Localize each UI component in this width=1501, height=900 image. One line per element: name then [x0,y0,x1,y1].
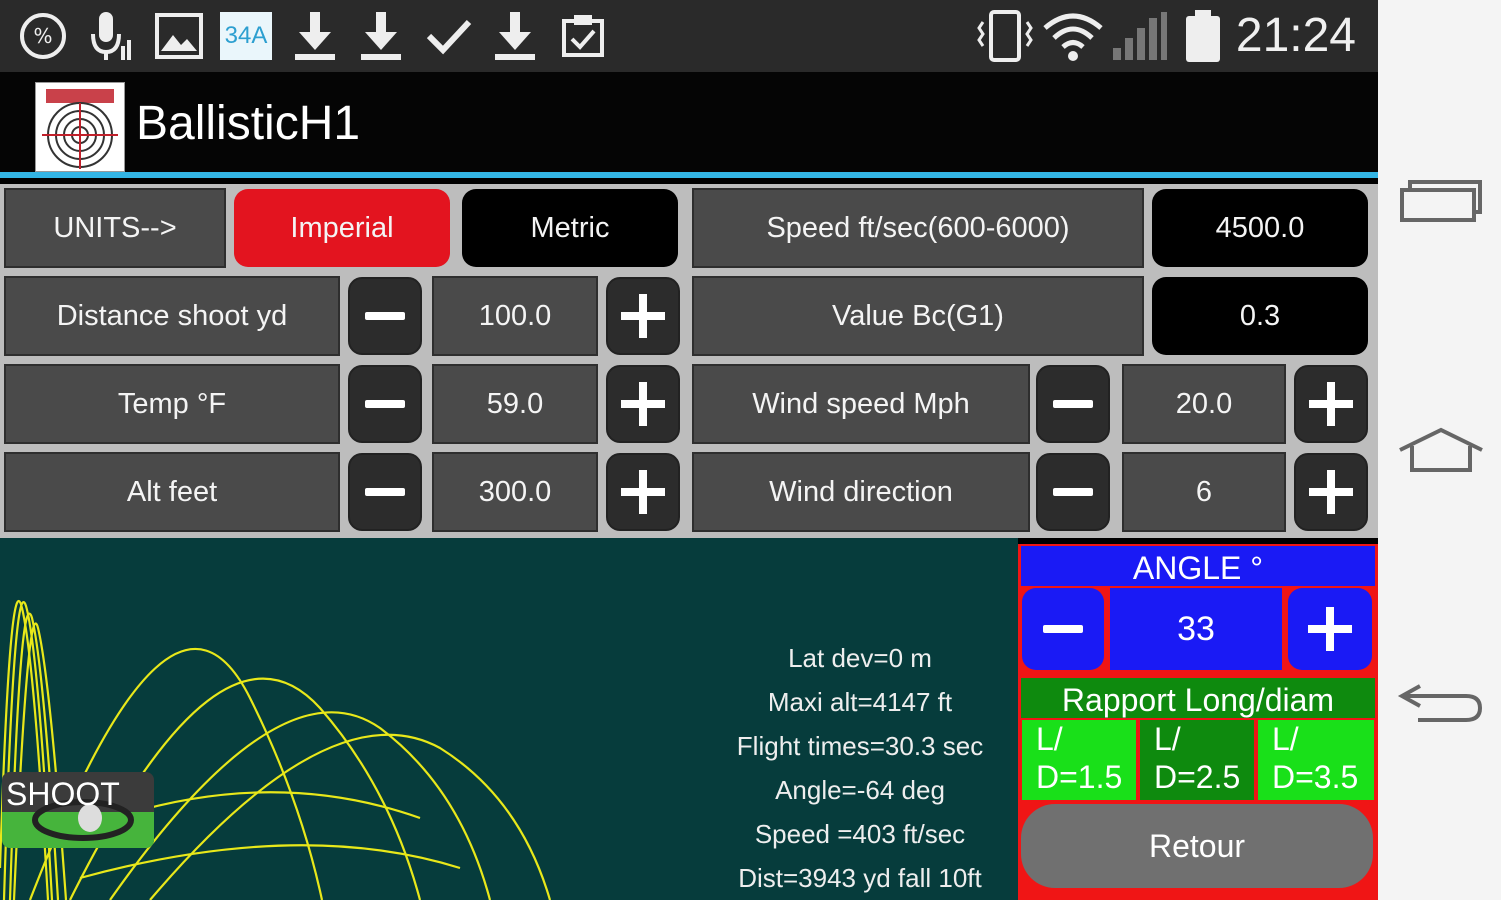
svg-text:%: % [33,24,52,48]
ld-button-line: L/ [1154,721,1181,757]
check-icon [424,10,474,62]
shoot-button[interactable]: SHOOT [2,772,154,848]
imperial-button[interactable]: Imperial [234,189,450,267]
minus-icon [365,400,405,408]
bc-label: Value Bc(G1) [692,276,1144,356]
home-icon[interactable] [1396,420,1486,480]
clipboard-check-icon [558,10,608,62]
wind-direction-plus-button[interactable] [1294,453,1368,531]
impact-angle-text: Angle=-64 deg [775,775,945,805]
flight-time-text: Flight times=30.3 sec [736,731,984,761]
plus-icon [621,294,665,338]
plus-icon [1308,607,1352,651]
plus-icon [621,470,665,514]
ld-button-line: D=3.5 [1272,759,1359,795]
temp-minus-button[interactable] [348,365,422,443]
app-title: BallisticH1 [136,97,361,150]
angle-value: 33 [1110,588,1282,670]
download-icon [490,10,540,62]
vibrate-icon [974,10,1036,62]
distance-minus-button[interactable] [348,277,422,355]
alt-label: Alt feet [4,452,340,532]
distance-label: Distance shoot yd [4,276,340,356]
retour-button[interactable]: Retour [1021,804,1373,888]
data-saver-icon: % [16,10,70,62]
action-bar: BallisticH1 [0,72,1378,178]
wind-speed-plus-button[interactable] [1294,365,1368,443]
distance-fall-text: Dist=3943 yd fall 10ft [738,863,982,893]
plus-icon [621,382,665,426]
plus-icon [1309,470,1353,514]
minus-icon [365,312,405,320]
impact-speed-text: Speed =403 ft/sec [754,819,966,849]
mic-icon [86,10,136,62]
minus-icon [1043,625,1083,633]
ld-button-line: D=2.5 [1154,759,1241,795]
calendar-icon: 34A [220,12,272,60]
recent-apps-icon[interactable] [1396,172,1486,232]
rapport-header: Rapport Long/diam [1021,678,1375,718]
speed-input[interactable]: 4500.0 [1152,189,1368,267]
ld-button-line: L/ [1272,721,1299,757]
metric-button[interactable]: Metric [462,189,678,267]
wind-speed-minus-button[interactable] [1036,365,1110,443]
back-icon[interactable] [1396,672,1486,732]
temp-label: Temp °F [4,364,340,444]
parameters-panel: UNITS--> Imperial Metric Speed ft/sec(60… [0,184,1378,538]
signal-icon [1110,10,1170,62]
temp-plus-button[interactable] [606,365,680,443]
lat-dev-text: Lat dev=0 m [788,643,932,673]
angle-minus-button[interactable] [1022,588,1104,670]
wind-speed-label: Wind speed Mph [692,364,1030,444]
app-logo [35,82,125,172]
angle-header: ANGLE ° [1021,546,1375,586]
navigation-bar [1378,0,1501,900]
wind-speed-value: 20.0 [1122,364,1286,444]
wifi-icon [1040,10,1106,62]
wind-direction-minus-button[interactable] [1036,453,1110,531]
speed-label: Speed ft/sec(600-6000) [692,188,1144,268]
angle-plus-button[interactable] [1288,588,1372,670]
minus-icon [365,488,405,496]
minus-icon [1053,400,1093,408]
ld-2-5-button[interactable]: L/ D=2.5 [1140,720,1254,800]
alt-value: 300.0 [432,452,598,532]
minus-icon [1053,488,1093,496]
units-label: UNITS--> [4,188,226,268]
trajectory-plot: Lat dev=0 m Maxi alt=4147 ft Flight time… [0,538,1018,900]
download-icon [356,10,406,62]
status-bar: % 34A 21:24 [0,0,1378,72]
battery-icon [1182,10,1224,62]
plus-icon [1309,382,1353,426]
distance-plus-button[interactable] [606,277,680,355]
ld-button-line: L/ [1036,721,1063,757]
alt-minus-button[interactable] [348,453,422,531]
ld-1-5-button[interactable]: L/ D=1.5 [1022,720,1136,800]
trajectory-curve [149,733,552,900]
temp-value: 59.0 [432,364,598,444]
maxi-alt-text: Maxi alt=4147 ft [767,687,953,717]
clock: 21:24 [1235,9,1356,62]
shoot-label: SHOOT [6,776,120,812]
results-panel: Lat dev=0 m Maxi alt=4147 ft Flight time… [700,636,1018,900]
ld-button-line: D=1.5 [1036,759,1123,795]
image-icon [154,10,204,62]
distance-value: 100.0 [432,276,598,356]
calendar-text: 34A [224,22,268,49]
wind-direction-label: Wind direction [692,452,1030,532]
download-icon [290,10,340,62]
angle-panel: ANGLE ° 33 Rapport Long/diam L/ D=1.5 L/… [1018,544,1378,900]
alt-plus-button[interactable] [606,453,680,531]
ld-3-5-button[interactable]: L/ D=3.5 [1258,720,1374,800]
wind-direction-value: 6 [1122,452,1286,532]
bc-input[interactable]: 0.3 [1152,277,1368,355]
